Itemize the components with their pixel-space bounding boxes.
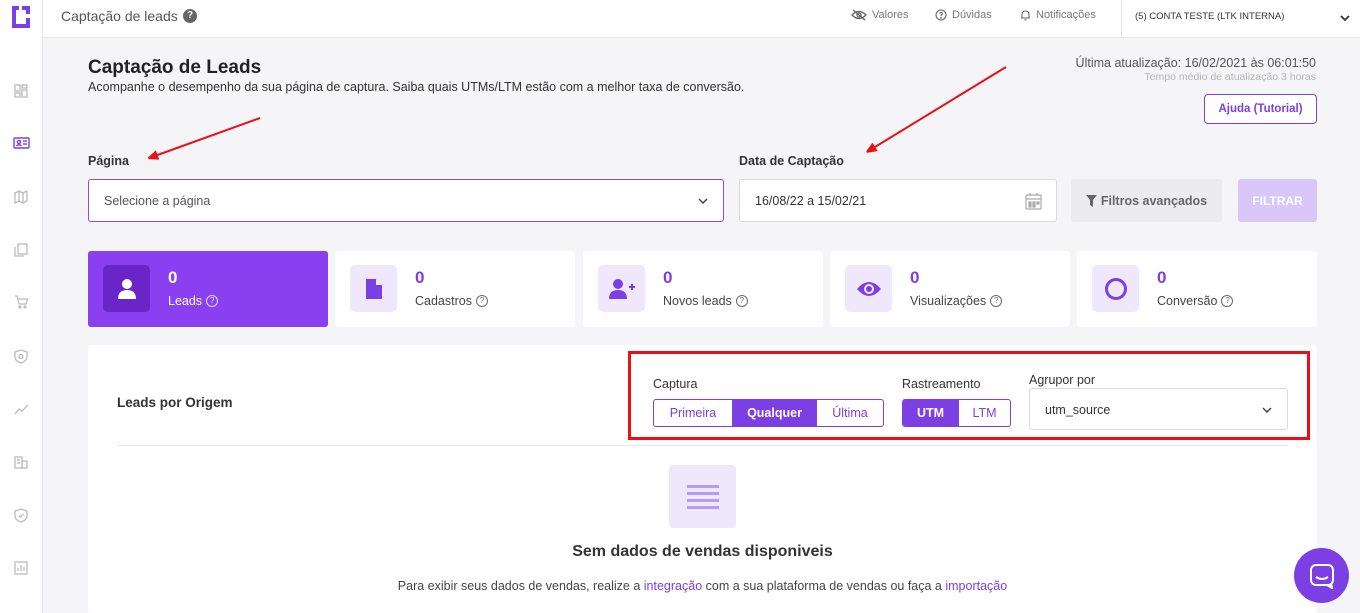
report-icon[interactable] bbox=[12, 559, 30, 577]
calendar-icon[interactable] bbox=[1025, 192, 1042, 215]
trend-icon[interactable] bbox=[12, 400, 30, 418]
stat-label: Leads? bbox=[168, 294, 219, 308]
page-select[interactable]: Selecione a página bbox=[88, 179, 724, 222]
date-range-input[interactable]: 16/08/22 a 15/02/21 bbox=[739, 179, 1057, 222]
stat-label-text: Novos leads bbox=[663, 294, 732, 308]
date-range-value: 16/08/22 a 15/02/21 bbox=[755, 194, 867, 208]
cart-icon[interactable] bbox=[12, 293, 30, 311]
question-icon[interactable]: ? bbox=[990, 295, 1003, 307]
stat-value: 0 bbox=[415, 268, 425, 287]
stat-value: 0 bbox=[168, 268, 178, 287]
ring-icon bbox=[1092, 265, 1139, 312]
stat-label: Visualizações? bbox=[910, 294, 1003, 308]
page-subtitle: Acompanhe o desempenho da sua página de … bbox=[88, 80, 745, 94]
page-select-placeholder: Selecione a página bbox=[104, 194, 211, 208]
integration-link[interactable]: integração bbox=[644, 579, 702, 593]
question-circle-icon bbox=[935, 9, 947, 21]
annotation-arrow bbox=[870, 66, 1007, 150]
stat-label-text: Visualizações bbox=[910, 294, 987, 308]
stat-value: 0 bbox=[910, 268, 920, 287]
stat-value: 0 bbox=[663, 268, 673, 287]
advanced-filters-button[interactable]: Filtros avançados bbox=[1071, 179, 1222, 222]
stat-card-cadastros[interactable]: 0 Cadastros? bbox=[335, 251, 575, 327]
doubts-link[interactable]: Dúvidas bbox=[935, 9, 992, 21]
stat-label-text: Cadastros bbox=[415, 294, 472, 308]
sidebar bbox=[0, 0, 43, 613]
question-icon[interactable]: ? bbox=[735, 295, 748, 307]
stat-label: Conversão? bbox=[1157, 294, 1234, 308]
doubts-label: Dúvidas bbox=[952, 9, 992, 21]
date-label: Data de Captação bbox=[739, 154, 844, 168]
chat-icon bbox=[1309, 563, 1334, 589]
page-title: Captação de Leads bbox=[88, 57, 262, 78]
security-icon[interactable] bbox=[12, 506, 30, 524]
stat-label-text: Conversão bbox=[1157, 294, 1218, 308]
advanced-filters-label: Filtros avançados bbox=[1100, 193, 1208, 208]
panel-title: Leads por Origem bbox=[117, 395, 233, 410]
values-toggle[interactable]: Valores bbox=[851, 9, 908, 21]
top-bar-title: Captação de leads bbox=[61, 8, 178, 24]
list-icon bbox=[669, 465, 736, 528]
empty-text-part: com a sua plataforma de vendas ou faça a bbox=[702, 579, 946, 593]
panel-divider bbox=[117, 445, 1288, 446]
stat-card-novos-leads[interactable]: 0 Novos leads? bbox=[583, 251, 823, 327]
question-icon[interactable]: ? bbox=[206, 295, 219, 307]
user-icon bbox=[103, 265, 150, 312]
stat-label: Novos leads? bbox=[663, 294, 748, 308]
top-bar: Captação de leads ? Valores Dúvidas Noti… bbox=[43, 0, 1360, 38]
document-icon bbox=[350, 265, 397, 312]
copy-icon[interactable] bbox=[12, 241, 30, 259]
map-icon[interactable] bbox=[12, 188, 30, 206]
eye-slash-icon bbox=[851, 9, 867, 21]
question-icon[interactable]: ? bbox=[1221, 295, 1234, 307]
annotation-highlight-box bbox=[628, 351, 1310, 440]
stat-card-conversao[interactable]: 0 Conversão? bbox=[1077, 251, 1317, 327]
help-tutorial-button[interactable]: Ajuda (Tutorial) bbox=[1204, 94, 1317, 124]
logo-icon[interactable] bbox=[10, 4, 32, 30]
import-link[interactable]: importação bbox=[945, 579, 1007, 593]
empty-state-text: Para exibir seus dados de vendas, realiz… bbox=[88, 579, 1317, 593]
bell-icon bbox=[1021, 10, 1030, 21]
leads-icon[interactable] bbox=[12, 134, 30, 152]
building-icon[interactable] bbox=[12, 453, 30, 471]
stat-label-text: Leads bbox=[168, 294, 203, 308]
user-plus-icon bbox=[598, 265, 645, 312]
eye-icon bbox=[845, 265, 892, 312]
filter-button[interactable]: FILTRAR bbox=[1238, 179, 1317, 222]
stat-card-leads[interactable]: 0 Leads? bbox=[88, 251, 328, 327]
chevron-down-icon[interactable] bbox=[1340, 9, 1350, 27]
stat-label: Cadastros? bbox=[415, 294, 488, 308]
empty-state-title: Sem dados de vendas disponiveis bbox=[572, 543, 833, 560]
account-selector[interactable]: (5) CONTA TESTE (LTK INTERNA) bbox=[1135, 11, 1284, 22]
top-bar-divider bbox=[1121, 0, 1122, 38]
chevron-down-icon bbox=[697, 194, 709, 212]
notifications-link[interactable]: Notificações bbox=[1020, 9, 1096, 21]
page-label: Página bbox=[88, 154, 129, 168]
notifications-label: Notificações bbox=[1036, 9, 1096, 21]
last-update-text: Última atualização: 16/02/2021 às 06:01:… bbox=[1075, 56, 1316, 70]
stat-value: 0 bbox=[1157, 268, 1167, 287]
shield-icon[interactable] bbox=[12, 347, 30, 365]
empty-text-part: Para exibir seus dados de vendas, realiz… bbox=[397, 579, 644, 593]
help-icon[interactable]: ? bbox=[183, 9, 197, 23]
chat-launcher-button[interactable] bbox=[1294, 548, 1349, 603]
stat-card-visualizacoes[interactable]: 0 Visualizações? bbox=[830, 251, 1070, 327]
annotation-arrow bbox=[152, 117, 261, 157]
avg-update-text: Tempo médio de atualização 3 horas bbox=[1144, 71, 1316, 83]
filter-icon bbox=[1085, 194, 1097, 207]
dashboard-icon[interactable] bbox=[12, 82, 30, 100]
question-icon[interactable]: ? bbox=[475, 295, 488, 307]
values-label: Valores bbox=[872, 9, 909, 21]
